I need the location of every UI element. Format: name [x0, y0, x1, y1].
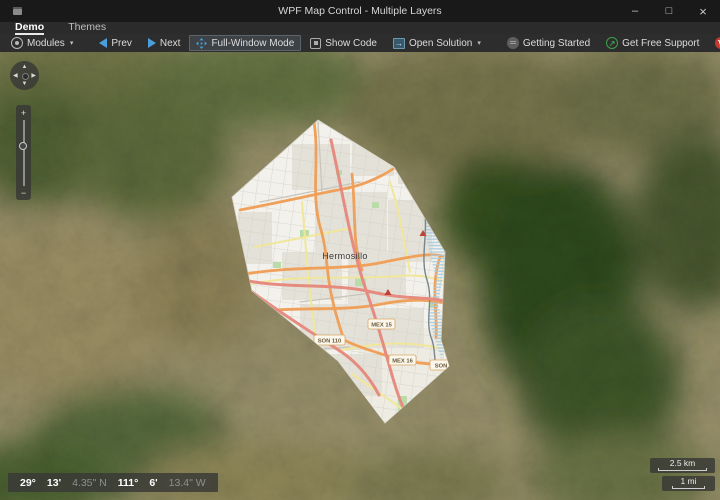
svg-text:MEX 15: MEX 15 [371, 322, 392, 328]
show-code-label: Show Code [325, 37, 377, 49]
prev-button[interactable]: Prev [92, 35, 139, 51]
tab-demo[interactable]: Demo [15, 21, 45, 35]
open-solution-icon: → [392, 37, 405, 49]
map-canvas: MEX 15 SON 110 MEX 16 SON Hermosillo [0, 52, 720, 500]
tab-themes[interactable]: Themes [68, 21, 106, 34]
prev-label: Prev [111, 37, 132, 49]
window-title: WPF Map Control - Multiple Layers [278, 5, 442, 17]
scale-mi-bracket [672, 486, 705, 489]
modules-button[interactable]: Modules ▾ [4, 35, 80, 51]
compass-control[interactable]: ▲ ▼ ◀ ▶ [10, 61, 39, 90]
window-controls: – □ × [618, 0, 720, 22]
scale-miles: 1 mi [662, 476, 715, 491]
getting-started-button[interactable]: Getting Started [500, 35, 597, 51]
modules-icon [11, 37, 23, 49]
map-viewport[interactable]: MEX 15 SON 110 MEX 16 SON Hermosillo ▲ ▼… [0, 52, 720, 500]
pan-south-icon[interactable]: ▼ [22, 81, 28, 87]
road-shield-mex15: MEX 15 [367, 318, 396, 330]
open-solution-label: Open Solution [408, 37, 473, 49]
toolbar: Modules ▾ Prev Next Full-Window Mode Sho… [0, 34, 720, 52]
zoom-in-button[interactable]: + [16, 108, 31, 118]
title-bar: WPF Map Control - Multiple Layers – □ × [0, 0, 720, 22]
open-solution-button[interactable]: → Open Solution ▾ [386, 35, 488, 51]
latitude-degrees: 29° [20, 476, 36, 489]
pan-north-icon[interactable]: ▲ [22, 64, 28, 70]
svg-text:SON 110: SON 110 [318, 338, 342, 344]
code-icon [310, 37, 322, 49]
next-label: Next [159, 37, 181, 49]
menu-bar: Demo Themes [0, 21, 720, 35]
latitude-seconds: 4.35" N [72, 476, 107, 489]
zoom-slider-track[interactable] [22, 120, 25, 186]
scale-mi-label: 1 mi [680, 476, 697, 486]
road-shield-son110: SON 110 [313, 334, 346, 346]
svg-text:SON: SON [435, 363, 448, 369]
get-free-support-button[interactable]: ↗ Get Free Support [599, 35, 706, 51]
longitude-minutes: 6' [149, 476, 158, 489]
support-icon: ↗ [606, 37, 619, 49]
longitude-seconds: 13.4" W [168, 476, 206, 489]
full-window-mode-label: Full-Window Mode [211, 37, 295, 49]
getting-started-label: Getting Started [522, 37, 591, 49]
pan-east-icon[interactable]: ▶ [31, 73, 36, 79]
minimize-button[interactable]: – [618, 0, 652, 22]
cart-icon [715, 37, 720, 49]
scale-km-bracket [658, 468, 707, 471]
show-code-button[interactable]: Show Code [303, 35, 384, 51]
city-label: Hermosillo [322, 251, 368, 261]
zoom-slider-thumb[interactable] [18, 142, 27, 150]
modules-label: Modules [27, 37, 65, 49]
latitude-minutes: 13' [46, 476, 62, 489]
scale-kilometers: 2.5 km [650, 458, 715, 473]
road-shield-mex16: MEX 16 [388, 354, 417, 366]
close-button[interactable]: × [686, 0, 720, 22]
next-button[interactable]: Next [141, 35, 188, 51]
full-window-mode-button[interactable]: Full-Window Mode [189, 35, 302, 51]
app-window: WPF Map Control - Multiple Layers – □ × … [0, 0, 720, 500]
prev-arrow-icon [99, 38, 108, 48]
zoom-out-button[interactable]: − [16, 188, 31, 198]
maximize-button[interactable]: □ [652, 0, 686, 22]
svg-text:MEX 16: MEX 16 [392, 358, 413, 364]
support-label: Get Free Support [622, 37, 700, 49]
expand-arrows-icon [196, 37, 208, 49]
coordinates-bar: 29° 13' 4.35" N 111° 6' 13.4" W [8, 473, 218, 492]
buy-now-button[interactable]: Buy Now [708, 35, 720, 51]
next-arrow-icon [147, 38, 156, 48]
zoom-slider[interactable]: + − [16, 105, 31, 200]
chevron-down-icon: ▾ [477, 40, 481, 47]
pan-west-icon[interactable]: ◀ [13, 73, 18, 79]
longitude-degrees: 111° [117, 476, 139, 489]
chevron-down-icon: ▾ [69, 40, 74, 47]
scale-km-label: 2.5 km [669, 458, 696, 468]
getting-started-icon [506, 37, 519, 49]
